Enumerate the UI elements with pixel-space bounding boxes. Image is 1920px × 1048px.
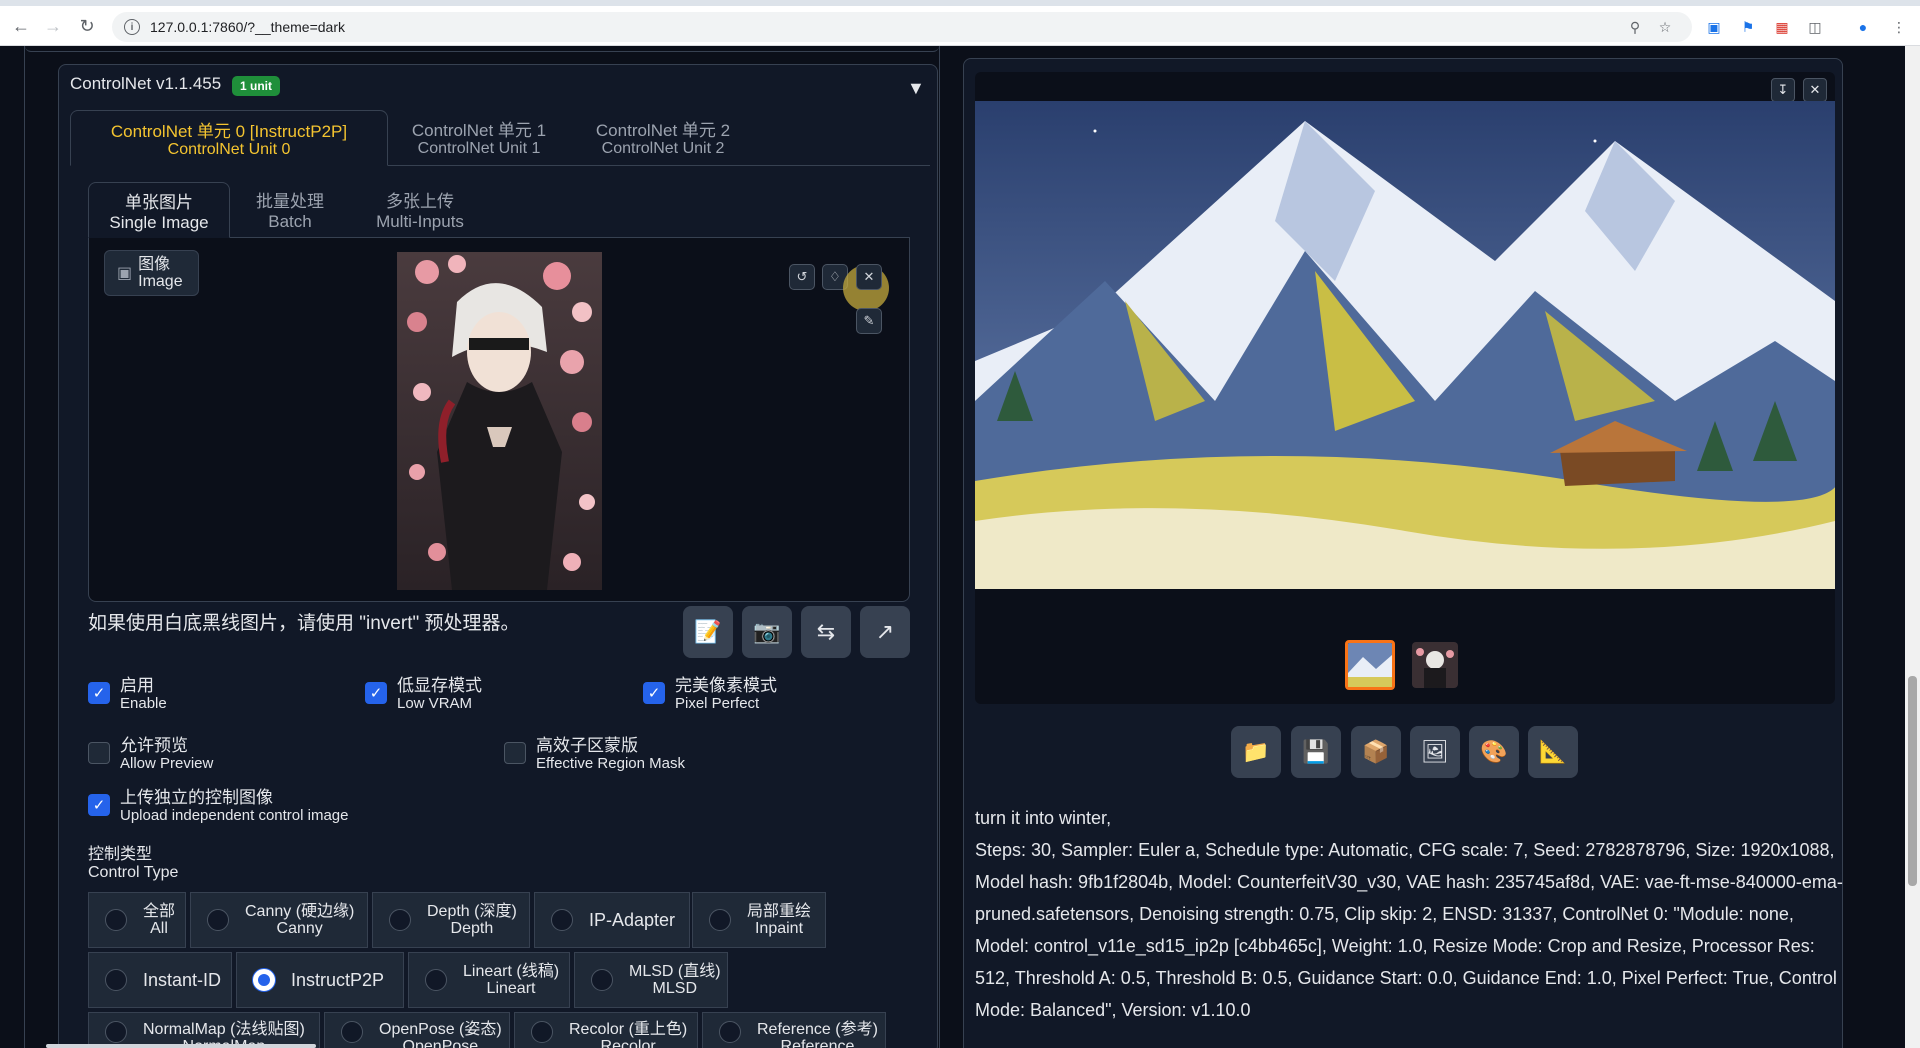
reload-icon[interactable]: ↻ xyxy=(72,11,102,41)
radio-openpose[interactable]: OpenPose (姿态) OpenPose xyxy=(324,1012,510,1048)
radio-lineart[interactable]: Lineart (线稿) Lineart xyxy=(408,952,570,1008)
save-button[interactable]: 💾 xyxy=(1291,726,1341,778)
extension-image-icon[interactable]: ▦ xyxy=(1773,18,1791,36)
send-to-inpaint-button[interactable]: 🎨 xyxy=(1469,726,1519,778)
extensions-puzzle-icon[interactable]: ◫ xyxy=(1806,18,1824,36)
tab-controlnet-unit-1[interactable]: ControlNet 单元 1 ControlNet Unit 1 xyxy=(388,110,570,166)
zoom-icon[interactable]: ⚲ xyxy=(1626,18,1644,36)
close-gallery-icon[interactable]: ✕ xyxy=(1803,78,1827,102)
radio-inpaint[interactable]: 局部重绘 Inpaint xyxy=(692,892,826,948)
address-bar[interactable]: i 127.0.0.1:7860/?__theme=dark xyxy=(112,12,1692,42)
unchecked-box[interactable] xyxy=(504,742,526,764)
browser-menu-icon[interactable]: ⋮ xyxy=(1890,18,1908,36)
tab-batch[interactable]: 批量处理 Batch xyxy=(230,182,350,238)
unit-tabs: ControlNet 单元 0 [InstructP2P] ControlNet… xyxy=(70,110,930,166)
download-icon[interactable]: ↧ xyxy=(1771,78,1795,102)
generation-info: turn it into winter, Steps: 30, Sampler:… xyxy=(975,802,1843,1026)
back-icon[interactable]: ← xyxy=(6,11,36,41)
invert-hint-text: 如果使用白底黑线图片，请使用 "invert" 预处理器。 xyxy=(88,613,520,634)
open-editor-notepad-button[interactable]: 📝 xyxy=(683,606,733,658)
radio-canny[interactable]: Canny (硬边缘) Canny xyxy=(190,892,368,948)
tab-multi-inputs[interactable]: 多张上传 Multi-Inputs xyxy=(350,182,490,238)
checkmark-icon[interactable]: ✓ xyxy=(88,794,110,816)
radio-reference[interactable]: Reference (参考) Reference xyxy=(702,1012,886,1048)
checkmark-icon[interactable]: ✓ xyxy=(365,682,387,704)
tab-single-image[interactable]: 单张图片 Single Image xyxy=(88,182,230,238)
generated-image[interactable] xyxy=(975,101,1835,589)
tab-controlnet-unit-2[interactable]: ControlNet 单元 2 ControlNet Unit 2 xyxy=(570,110,756,166)
forward-icon[interactable]: → xyxy=(38,11,68,41)
low-vram-checkbox[interactable]: ✓ 低显存模式 Low VRAM xyxy=(365,676,482,712)
radio-instant-id[interactable]: Instant-ID xyxy=(88,952,232,1008)
url-text: 127.0.0.1:7860/?__theme=dark xyxy=(150,19,345,35)
triangle-ruler-icon: 📐 xyxy=(1539,739,1567,764)
zip-package-icon: 📦 xyxy=(1362,739,1390,764)
open-folder-button[interactable]: 📁 xyxy=(1231,726,1281,778)
camera-icon: 📷 xyxy=(753,619,781,644)
output-thumbnail-2[interactable] xyxy=(1412,642,1458,688)
pixel-perfect-checkbox[interactable]: ✓ 完美像素模式 Pixel Perfect xyxy=(643,676,777,712)
radio-ip-adapter[interactable]: IP-Adapter xyxy=(534,892,690,948)
checkmark-icon[interactable]: ✓ xyxy=(643,682,665,704)
browser-toolbar: ← → ↻ i 127.0.0.1:7860/?__theme=dark ⚲ ☆… xyxy=(0,6,1920,46)
notepad-icon: 📝 xyxy=(694,619,722,644)
send-dimensions-button[interactable]: ↗ xyxy=(860,606,910,658)
prompt-text: turn it into winter, xyxy=(975,808,1112,828)
upload-independent-control-checkbox[interactable]: ✓ 上传独立的控制图像 Upload independent control im… xyxy=(88,788,349,824)
send-to-img2img-button[interactable]: 🖼 xyxy=(1410,726,1460,778)
send-to-extras-button[interactable]: 📐 xyxy=(1528,726,1578,778)
up-right-arrow-icon: ↗ xyxy=(875,619,895,644)
swap-arrows-icon: ⇆ xyxy=(816,619,836,644)
radio-mlsd[interactable]: MLSD (直线) MLSD xyxy=(574,952,728,1008)
folder-icon: 📁 xyxy=(1242,739,1270,764)
control-image-preview xyxy=(397,252,602,590)
palette-icon: 🎨 xyxy=(1480,739,1508,764)
bookmark-star-icon[interactable]: ☆ xyxy=(1656,18,1674,36)
picture-icon: 🖼 xyxy=(1421,739,1449,764)
clear-image-close-icon[interactable]: ✕ xyxy=(856,264,882,290)
page-scrollbar[interactable] xyxy=(1905,46,1920,1048)
image-icon: ▣ xyxy=(117,265,133,282)
checkmark-icon[interactable]: ✓ xyxy=(88,682,110,704)
extension-flag-icon[interactable]: ⚑ xyxy=(1739,18,1757,36)
radio-depth[interactable]: Depth (深度) Depth xyxy=(372,892,530,948)
site-info-icon[interactable]: i xyxy=(124,19,140,35)
tab-controlnet-unit-0[interactable]: ControlNet 单元 0 [InstructP2P] ControlNet… xyxy=(70,110,388,166)
output-thumbnail-1[interactable] xyxy=(1345,640,1395,690)
undo-icon[interactable]: ↺ xyxy=(789,264,815,290)
unit-count-badge: 1 unit xyxy=(232,76,280,96)
image-label: ▣ 图像 Image xyxy=(104,250,199,296)
generation-params-text: Steps: 30, Sampler: Euler a, Schedule ty… xyxy=(975,840,1843,1020)
swap-size-button[interactable]: ⇆ xyxy=(801,606,851,658)
radio-instructp2p[interactable]: InstructP2P xyxy=(236,952,404,1008)
brush-icon[interactable]: ✎ xyxy=(856,308,882,334)
scrollbar-thumb[interactable] xyxy=(1908,676,1917,886)
allow-preview-checkbox[interactable]: 允许预览 Allow Preview xyxy=(88,736,213,772)
collapse-arrow-icon[interactable]: ▼ xyxy=(907,78,925,99)
effective-region-mask-checkbox[interactable]: 高效子区蒙版 Effective Region Mask xyxy=(504,736,685,772)
webcam-button[interactable]: 📷 xyxy=(742,606,792,658)
horizontal-scroll-indicator[interactable] xyxy=(46,1044,316,1048)
save-disk-icon: 💾 xyxy=(1302,739,1330,764)
zip-button[interactable]: 📦 xyxy=(1351,726,1401,778)
unchecked-box[interactable] xyxy=(88,742,110,764)
control-type-label: 控制类型 Control Type xyxy=(88,846,179,881)
radio-all[interactable]: 全部 All xyxy=(88,892,186,948)
radio-recolor[interactable]: Recolor (重上色) Recolor xyxy=(514,1012,698,1048)
enable-checkbox[interactable]: ✓ 启用 Enable xyxy=(88,676,167,712)
profile-avatar-icon[interactable]: ● xyxy=(1854,18,1872,36)
controlnet-title[interactable]: ControlNet v1.1.455 xyxy=(70,74,221,94)
input-mode-tabs: 单张图片 Single Image 批量处理 Batch 多张上传 Multi-Inp… xyxy=(88,182,910,238)
extension-translate-icon[interactable]: ▣ xyxy=(1705,18,1723,36)
radio-normalmap[interactable]: NormalMap (法线贴图) NormalMap xyxy=(88,1012,320,1048)
